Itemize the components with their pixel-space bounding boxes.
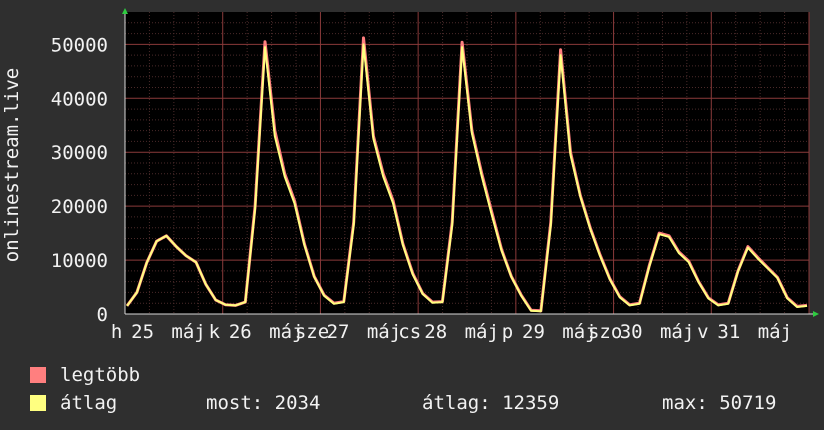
stat-max: max: 50719: [662, 392, 777, 414]
x-tick-label: máj: [660, 321, 694, 343]
x-tick-label: máj: [758, 321, 792, 343]
y-tick-label: 40000: [51, 88, 108, 110]
x-tick-label: 31: [717, 321, 740, 343]
x-tick-label: 29: [522, 321, 545, 343]
legend-swatch-max: [30, 367, 46, 383]
x-tick-label: h: [111, 321, 122, 343]
y-tick-label: 50000: [51, 34, 108, 56]
x-tick-label: máj: [465, 321, 499, 343]
x-tick-label: 28: [424, 321, 447, 343]
legend-swatch-avg: [30, 395, 46, 411]
x-tick-label: p: [502, 321, 513, 343]
legend-label-avg: átlag: [60, 392, 118, 414]
x-tick-label: sze: [295, 321, 329, 343]
x-tick-label: máj: [367, 321, 401, 343]
y-tick-label: 0: [97, 304, 108, 326]
x-tick-label: v: [697, 321, 708, 343]
x-tick-label: máj: [171, 321, 205, 343]
legend-label-max: legtöbb: [60, 364, 141, 386]
y-tick-label: 30000: [51, 142, 108, 164]
stat-average: átlag: 12359: [422, 392, 560, 414]
y-tick-label: 10000: [51, 250, 108, 272]
y-axis-label: onlinestream.live: [1, 68, 23, 262]
x-tick-label: 26: [229, 321, 252, 343]
x-tick-label: cs: [398, 321, 421, 343]
x-tick-label: 27: [327, 321, 350, 343]
x-tick-label: k: [209, 321, 221, 343]
y-tick-label: 20000: [51, 196, 108, 218]
stat-now: most: 2034: [206, 392, 321, 414]
x-tick-label: 25: [131, 321, 154, 343]
x-tick-label: szo: [588, 321, 622, 343]
x-tick-label: 30: [620, 321, 643, 343]
